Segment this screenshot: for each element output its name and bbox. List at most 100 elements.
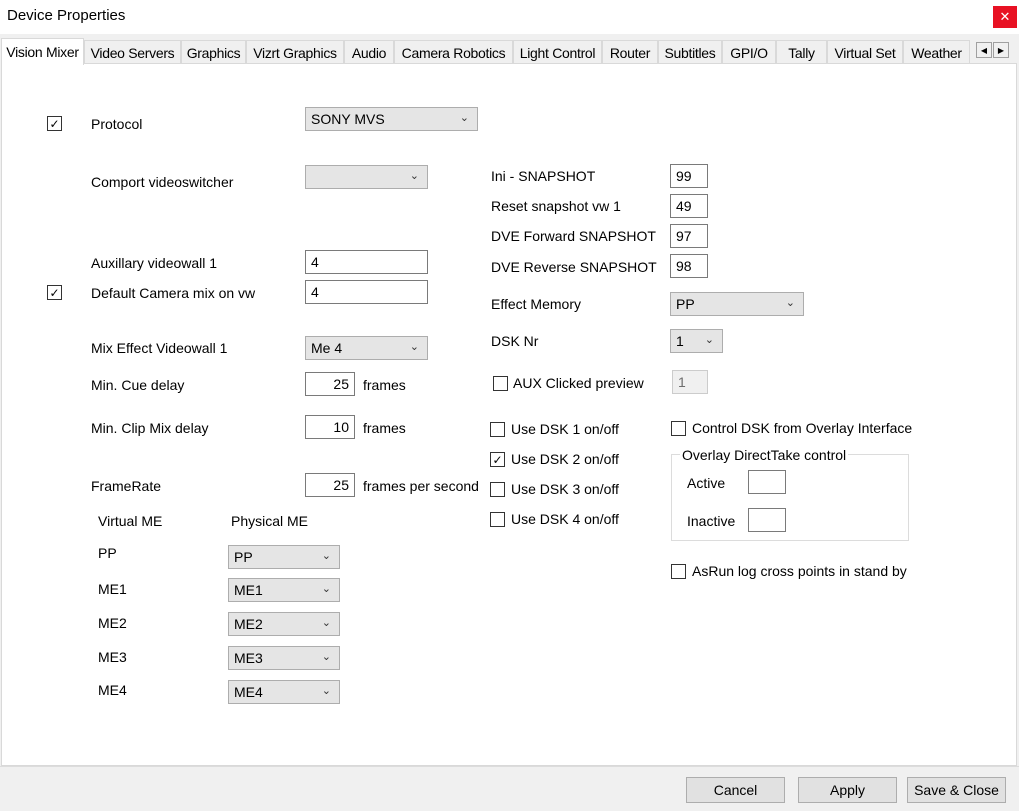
window-title: Device Properties [7,7,126,24]
framerate-label: FrameRate [91,478,162,494]
tab-strip: Vision Mixer Video Servers Graphics Vizr… [0,38,1019,65]
dve-forward-input[interactable]: 97 [670,224,708,248]
virtual-me-header: Virtual ME [98,513,163,529]
ini-snapshot-label: Ini - SNAPSHOT [491,168,596,184]
mix-effect-videowall-value: Me 4 [311,340,343,356]
dve-forward-label: DVE Forward SNAPSHOT [491,228,656,244]
tab-light-control[interactable]: Light Control [513,40,602,64]
use-dsk-4-checkbox[interactable] [490,512,505,527]
comport-label: Comport videoswitcher [91,174,234,190]
chevron-down-icon: ⌄ [409,341,419,353]
reset-snapshot-input[interactable]: 49 [670,194,708,218]
tab-vizrt-graphics[interactable]: Vizrt Graphics [246,40,344,64]
physical-me-select-me1[interactable]: ME1 ⌄ [228,578,340,602]
dsk-nr-select[interactable]: 1 ⌄ [670,329,723,353]
dsk-nr-value: 1 [676,333,684,349]
tab-video-servers[interactable]: Video Servers [84,40,181,64]
overlay-active-input[interactable] [748,470,786,494]
tab-graphics[interactable]: Graphics [181,40,246,64]
physical-me-value: ME1 [234,582,263,598]
min-clip-mix-delay-input[interactable]: 10 [305,415,355,439]
virtual-me-me4: ME4 [98,682,127,698]
asrun-log-checkbox[interactable] [671,564,686,579]
virtual-me-me1: ME1 [98,581,127,597]
effect-memory-value: PP [676,296,695,312]
overlay-inactive-label: Inactive [687,513,736,529]
ini-snapshot-input[interactable]: 99 [670,164,708,188]
use-dsk-1-checkbox[interactable] [490,422,505,437]
use-dsk-3-checkbox[interactable] [490,482,505,497]
title-bar: Device Properties ✕ [0,0,1019,34]
aux-videowall-input[interactable]: 4 [305,250,428,274]
tab-scroll-right-button[interactable]: ▶ [993,42,1009,58]
chevron-down-icon: ⌄ [321,583,331,595]
tab-tally[interactable]: Tally [776,40,827,64]
aux-clicked-preview-label: AUX Clicked preview [513,375,644,391]
framerate-input[interactable]: 25 [305,473,355,497]
comport-select[interactable]: ⌄ [305,165,428,189]
chevron-down-icon: ⌄ [321,617,331,629]
asrun-log-label: AsRun log cross points in stand by [692,563,907,579]
tab-audio[interactable]: Audio [344,40,394,64]
reset-snapshot-label: Reset snapshot vw 1 [491,198,621,214]
overlay-directtake-title: Overlay DirectTake control [680,447,849,463]
min-cue-delay-input[interactable]: 25 [305,372,355,396]
default-camera-mix-input[interactable]: 4 [305,280,428,304]
chevron-down-icon: ⌄ [785,297,795,309]
min-clip-mix-delay-unit: frames [363,420,406,436]
tab-subtitles[interactable]: Subtitles [658,40,722,64]
default-camera-mix-label: Default Camera mix on vw [91,285,256,301]
tab-scroll-left-button[interactable]: ◀ [976,42,992,58]
physical-me-select-me2[interactable]: ME2 ⌄ [228,612,340,636]
cancel-button[interactable]: Cancel [686,777,785,803]
arrow-right-icon: ▶ [997,45,1005,55]
dve-reverse-label: DVE Reverse SNAPSHOT [491,259,657,275]
tab-virtual-set[interactable]: Virtual Set [827,40,903,64]
control-dsk-overlay-checkbox[interactable] [671,421,686,436]
mix-effect-videowall-select[interactable]: Me 4 ⌄ [305,336,428,360]
arrow-left-icon: ◀ [980,45,988,55]
control-dsk-overlay-label: Control DSK from Overlay Interface [692,420,913,436]
protocol-select[interactable]: SONY MVS ⌄ [305,107,478,131]
virtual-me-pp: PP [98,545,117,561]
physical-me-value: ME3 [234,650,263,666]
physical-me-header: Physical ME [231,513,309,529]
use-dsk-2-checkbox[interactable]: ✓ [490,452,505,467]
tab-router[interactable]: Router [602,40,658,64]
protocol-label: Protocol [91,116,143,132]
physical-me-select-me4[interactable]: ME4 ⌄ [228,680,340,704]
effect-memory-select[interactable]: PP ⌄ [670,292,804,316]
footer-separator [0,766,1019,767]
protocol-select-value: SONY MVS [311,111,385,127]
aux-clicked-preview-checkbox[interactable] [493,376,508,391]
mix-effect-videowall-label: Mix Effect Videowall 1 [91,340,228,356]
min-clip-mix-delay-label: Min. Clip Mix delay [91,420,209,436]
default-camera-mix-checkbox[interactable]: ✓ [47,285,62,300]
save-close-button[interactable]: Save & Close [907,777,1006,803]
close-icon: ✕ [999,9,1011,24]
protocol-checkbox[interactable]: ✓ [47,116,62,131]
tab-weather[interactable]: Weather [903,40,970,64]
tab-camera-robotics[interactable]: Camera Robotics [394,40,513,64]
physical-me-select-me3[interactable]: ME3 ⌄ [228,646,340,670]
close-button[interactable]: ✕ [993,6,1017,28]
framerate-unit: frames per second [363,478,479,494]
virtual-me-me3: ME3 [98,649,127,665]
tab-gpio[interactable]: GPI/O [722,40,776,64]
chevron-down-icon: ⌄ [321,651,331,663]
virtual-me-me2: ME2 [98,615,127,631]
min-cue-delay-label: Min. Cue delay [91,377,185,393]
tab-vision-mixer[interactable]: Vision Mixer [1,38,84,65]
chevron-down-icon: ⌄ [704,334,714,346]
chevron-down-icon: ⌄ [459,112,469,124]
overlay-inactive-input[interactable] [748,508,786,532]
dve-reverse-input[interactable]: 98 [670,254,708,278]
dsk-nr-label: DSK Nr [491,333,539,349]
physical-me-select-pp[interactable]: PP ⌄ [228,545,340,569]
aux-videowall-label: Auxillary videowall 1 [91,255,218,271]
overlay-active-label: Active [687,475,726,491]
apply-button[interactable]: Apply [798,777,897,803]
effect-memory-label: Effect Memory [491,296,581,312]
physical-me-value: ME2 [234,616,263,632]
chevron-down-icon: ⌄ [409,170,419,182]
